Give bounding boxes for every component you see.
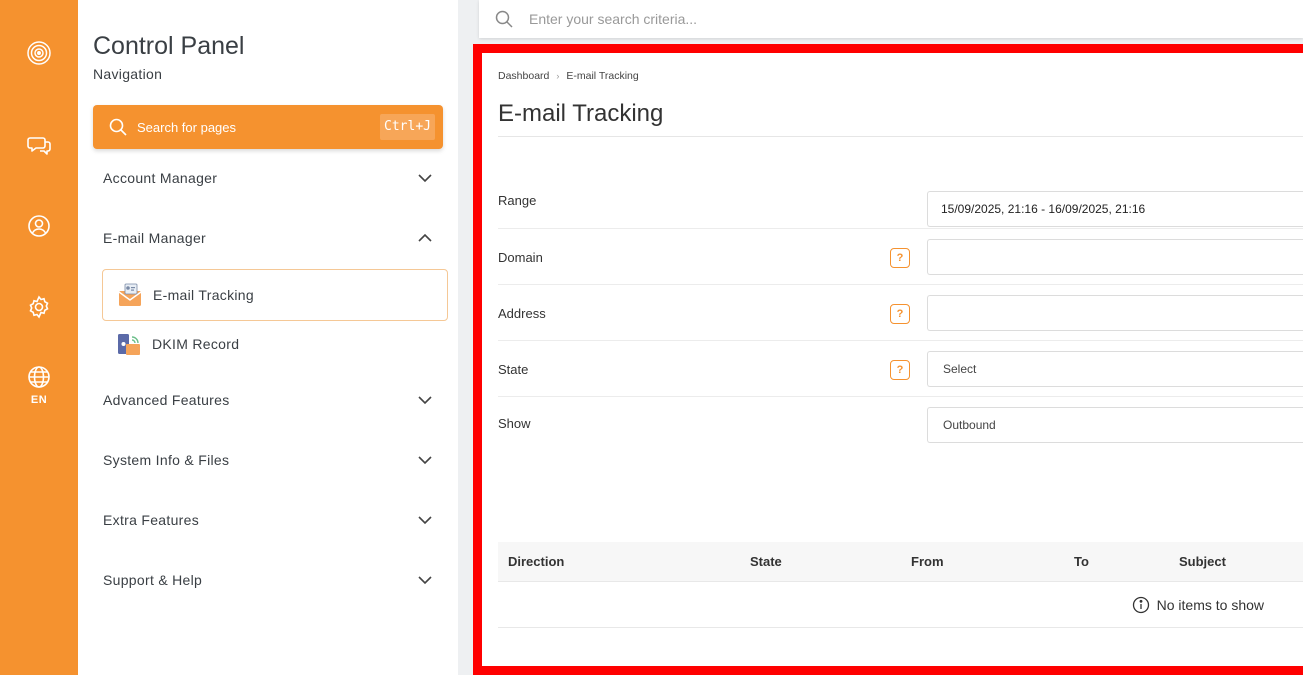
breadcrumb-dashboard-link[interactable]: Dashboard bbox=[498, 70, 549, 82]
show-label: Show bbox=[498, 416, 531, 431]
domain-label: Domain bbox=[498, 250, 543, 265]
rail-language-button[interactable]: EN bbox=[0, 364, 78, 406]
empty-state-text: No items to show bbox=[1156, 597, 1264, 613]
range-row: Range 15/09/2025, 21:16 - 16/09/2025, 21… bbox=[498, 173, 1303, 229]
sidebar-subitem-dkim-record[interactable]: DKIM Record bbox=[102, 318, 448, 370]
results-table-header: Direction State From To Subject bbox=[498, 542, 1303, 582]
sidebar-item-label: Advanced Features bbox=[103, 392, 230, 408]
domain-input[interactable] bbox=[927, 239, 1303, 275]
sidebar-subitem-label: DKIM Record bbox=[152, 336, 240, 352]
range-label: Range bbox=[498, 193, 537, 208]
email-tracking-icon bbox=[118, 283, 142, 306]
user-circle-icon bbox=[28, 215, 50, 237]
sidebar-item-account-manager[interactable]: Account Manager bbox=[103, 163, 433, 193]
address-help-icon[interactable]: ? bbox=[890, 304, 910, 324]
domain-help-icon[interactable]: ? bbox=[890, 248, 910, 268]
address-label: Address bbox=[498, 306, 546, 321]
chevron-down-icon bbox=[418, 456, 432, 465]
brand-logo-button[interactable] bbox=[0, 40, 78, 66]
sidebar-item-label: Extra Features bbox=[103, 512, 200, 528]
sidebar-item-system-info-files[interactable]: System Info & Files bbox=[103, 445, 433, 475]
results-table-empty-row: No items to show bbox=[498, 583, 1303, 628]
column-header-state[interactable]: State bbox=[750, 554, 782, 569]
rail-settings-button[interactable] bbox=[0, 294, 78, 320]
title-divider bbox=[498, 136, 1303, 137]
empty-state-message: No items to show bbox=[1132, 596, 1264, 614]
column-header-direction[interactable]: Direction bbox=[508, 554, 564, 569]
sidebar-item-advanced-features[interactable]: Advanced Features bbox=[103, 385, 433, 415]
sidebar-subitem-email-tracking[interactable]: E-mail Tracking bbox=[102, 269, 448, 321]
state-select[interactable]: Select bbox=[927, 351, 1303, 387]
chevron-down-icon bbox=[418, 576, 432, 585]
state-label: State bbox=[498, 362, 529, 377]
global-search-input[interactable] bbox=[529, 11, 1129, 27]
global-search-bar bbox=[479, 0, 1303, 38]
page-title: E-mail Tracking bbox=[498, 100, 664, 127]
state-help-icon[interactable]: ? bbox=[890, 360, 910, 380]
info-icon bbox=[1132, 596, 1149, 614]
column-header-to[interactable]: To bbox=[1074, 554, 1089, 569]
radar-logo-icon bbox=[27, 41, 51, 65]
search-shortcut-badge: Ctrl+J bbox=[380, 114, 435, 140]
chevron-up-icon bbox=[418, 233, 432, 242]
page-search-button[interactable]: Search for pages Ctrl+J bbox=[93, 105, 443, 149]
sidebar: Control Panel Navigation Search for page… bbox=[78, 0, 458, 675]
chevron-down-icon bbox=[418, 174, 432, 183]
column-header-from[interactable]: From bbox=[911, 554, 944, 569]
address-row: Address ? bbox=[498, 285, 1303, 341]
chevron-down-icon bbox=[418, 396, 432, 405]
show-row: Show Outbound bbox=[498, 397, 1303, 453]
sidebar-item-support-help[interactable]: Support & Help bbox=[103, 565, 433, 595]
icon-rail: EN bbox=[0, 0, 78, 675]
content-panel: Dashboard › E-mail Tracking E-mail Track… bbox=[473, 44, 1303, 675]
column-header-subject[interactable]: Subject bbox=[1179, 554, 1226, 569]
sidebar-item-email-manager[interactable]: E-mail Manager bbox=[103, 223, 433, 253]
chevron-down-icon bbox=[418, 516, 432, 525]
state-row: State ? Select bbox=[498, 341, 1303, 397]
show-select[interactable]: Outbound bbox=[927, 407, 1303, 443]
sidebar-subitem-label: E-mail Tracking bbox=[153, 287, 254, 303]
rail-chat-button[interactable] bbox=[0, 132, 78, 158]
sidebar-item-label: System Info & Files bbox=[103, 452, 230, 468]
search-icon bbox=[495, 10, 513, 28]
sidebar-subtitle: Navigation bbox=[93, 66, 163, 82]
breadcrumb-current: E-mail Tracking bbox=[566, 70, 639, 82]
address-input[interactable] bbox=[927, 295, 1303, 331]
range-input[interactable]: 15/09/2025, 21:16 - 16/09/2025, 21:16 bbox=[927, 191, 1303, 227]
chevron-right-icon: › bbox=[556, 71, 560, 81]
domain-row: Domain ? bbox=[498, 229, 1303, 285]
sidebar-item-label: Support & Help bbox=[103, 572, 203, 588]
sidebar-item-label: E-mail Manager bbox=[103, 230, 207, 246]
breadcrumb: Dashboard › E-mail Tracking bbox=[498, 70, 639, 82]
globe-icon bbox=[28, 366, 50, 388]
sidebar-item-label: Account Manager bbox=[103, 170, 218, 186]
dkim-record-icon bbox=[118, 334, 140, 355]
chat-bubbles-icon bbox=[27, 137, 51, 155]
search-icon bbox=[109, 118, 127, 136]
sidebar-title: Control Panel bbox=[93, 32, 245, 60]
gear-icon bbox=[29, 295, 49, 319]
rail-profile-button[interactable] bbox=[0, 213, 78, 239]
page-search-label: Search for pages bbox=[137, 119, 237, 135]
sidebar-item-extra-features[interactable]: Extra Features bbox=[103, 505, 433, 535]
language-code: EN bbox=[30, 394, 48, 406]
